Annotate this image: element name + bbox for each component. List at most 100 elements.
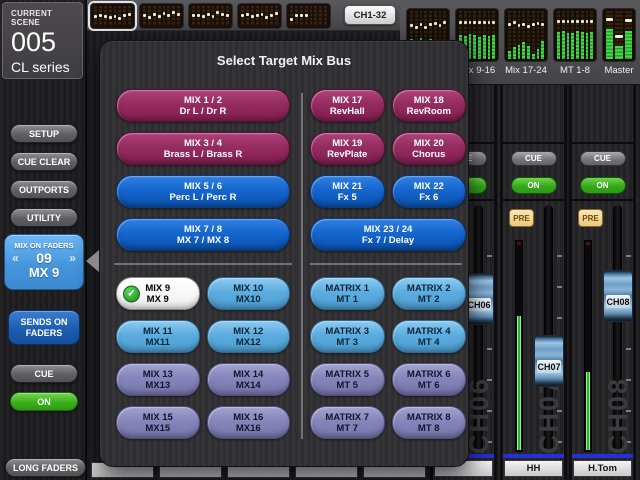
fader-tick: [557, 317, 562, 319]
mix-bus-name: MX 7 / MX 8: [177, 235, 229, 246]
mix-button-row: MIX 1 / 2Dr L / Dr R: [116, 89, 290, 122]
mix-bus-button-matrix-7[interactable]: MATRIX 7MT 7: [310, 406, 385, 439]
mix-bus-name: MX11: [146, 337, 170, 348]
mix-bus-number: MATRIX 4: [407, 326, 451, 337]
mix-bus-button-mix-23-24[interactable]: MIX 23 / 24Fx 7 / Delay: [310, 218, 466, 251]
strip-section-divider: [572, 199, 633, 201]
mix-bus-button-matrix-4[interactable]: MATRIX 4MT 4: [392, 320, 467, 353]
mix-bus-number: MIX 14: [233, 369, 263, 380]
mix-bus-button-mix-11[interactable]: MIX 11MX11: [116, 320, 200, 353]
fader-cap[interactable]: CH08: [603, 270, 633, 322]
mix-bus-button-mix-3-4[interactable]: MIX 3 / 4Brass L / Brass R: [116, 132, 290, 165]
mix-bus-button-mix-22[interactable]: MIX 22Fx 6: [392, 175, 467, 208]
mix-bus-button-mix-16[interactable]: MIX 16MX16: [207, 406, 291, 439]
strip-section-divider: [503, 199, 564, 201]
meter-green-bar: [517, 316, 521, 450]
strip-section-divider: [572, 142, 633, 144]
pre-indicator[interactable]: PRE: [578, 209, 603, 227]
mix-button-row: ✓MIX 9MX 9MIX 10MX10: [116, 277, 290, 310]
mix-bus-number: MATRIX 6: [407, 369, 451, 380]
level-meter: [584, 240, 592, 452]
mix-bus-number: MATRIX 5: [325, 369, 369, 380]
mix-bus-button-mix-20[interactable]: MIX 20Chorus: [392, 132, 467, 165]
mix-bus-number: MIX 20: [414, 138, 444, 149]
mix-bus-button-mix-21[interactable]: MIX 21Fx 5: [310, 175, 385, 208]
mix-bus-button-matrix-1[interactable]: MATRIX 1MT 1: [310, 277, 385, 310]
mix-bus-button-mix-15[interactable]: MIX 15MX15: [116, 406, 200, 439]
mix-bus-name: MT 2: [418, 294, 440, 305]
mix-bus-button-matrix-6[interactable]: MATRIX 6MT 6: [392, 363, 467, 396]
mix-bus-number: MATRIX 7: [325, 412, 369, 423]
fader-tick: [487, 255, 492, 257]
mix-bus-button-matrix-8[interactable]: MATRIX 8MT 8: [392, 406, 467, 439]
mix-bus-name: MT 3: [336, 337, 358, 348]
cue-button[interactable]: CUE: [511, 151, 557, 166]
mix-bus-button-matrix-5[interactable]: MATRIX 5MT 5: [310, 363, 385, 396]
mix-button-row: MATRIX 1MT 1MATRIX 2MT 2: [310, 277, 466, 310]
mix-button-row: MIX 23 / 24Fx 7 / Delay: [310, 218, 466, 251]
mix-bus-number: MIX 18: [414, 95, 444, 106]
mix-bus-name: MX 9: [147, 294, 169, 305]
mix-bus-button-mix-14[interactable]: MIX 14MX14: [207, 363, 291, 396]
channel-strip-ch07: CUE ON PRE CH07 CH07 HH: [500, 85, 567, 480]
fader-tick: [487, 348, 492, 350]
mix-bus-name: MX12: [236, 337, 261, 348]
mix-bus-name: MT 4: [418, 337, 440, 348]
mix-bus-button-matrix-2[interactable]: MATRIX 2MT 2: [392, 277, 467, 310]
mix-bus-button-mix-7-8[interactable]: MIX 7 / 8MX 7 / MX 8: [116, 218, 290, 251]
mix-bus-name: RevHall: [330, 106, 365, 117]
mix-button-row: MIX 21Fx 5MIX 22Fx 6: [310, 175, 466, 208]
mix-bus-name: MT 8: [418, 423, 440, 434]
channel-ghost-label: CH06: [466, 377, 493, 454]
mix-bus-number: MIX 17: [332, 95, 362, 106]
meter-green-bar: [586, 372, 590, 450]
mix-bus-number: MIX 9: [145, 283, 170, 294]
mix-bus-button-mix-10[interactable]: MIX 10MX10: [207, 277, 291, 310]
mix-bus-name: MT 5: [336, 380, 358, 391]
popup-callout-arrow-icon: [86, 250, 99, 272]
mix-bus-button-mix-5-6[interactable]: MIX 5 / 6Perc L / Perc R: [116, 175, 290, 208]
on-button[interactable]: ON: [511, 177, 557, 194]
mix-bus-number: MATRIX 2: [407, 283, 451, 294]
mix-bus-name: MX14: [236, 380, 261, 391]
mix-bus-button-mix-1-2[interactable]: MIX 1 / 2Dr L / Dr R: [116, 89, 290, 122]
mix-bus-name: Chorus: [412, 149, 445, 160]
cue-button[interactable]: CUE: [580, 151, 626, 166]
mix-bus-number: MIX 21: [332, 181, 362, 192]
mix-bus-number: MIX 16: [233, 412, 263, 423]
mix-bus-button-mix-9[interactable]: ✓MIX 9MX 9: [116, 277, 200, 310]
matrix-group-lower-right: MATRIX 1MT 1MATRIX 2MT 2MATRIX 3MT 3MATR…: [310, 277, 466, 439]
mix-bus-name: MT 7: [336, 423, 358, 434]
select-target-mix-bus-popup: Select Target Mix Bus MIX 1 / 2Dr L / Dr…: [99, 40, 469, 467]
channel-ghost-label: CH07: [536, 377, 563, 454]
mix-bus-button-mix-13[interactable]: MIX 13MX13: [116, 363, 200, 396]
mix-bus-number: MIX 13: [143, 369, 173, 380]
pre-indicator[interactable]: PRE: [509, 209, 534, 227]
mix-bus-name: MX13: [145, 380, 170, 391]
mix-bus-number: MIX 23 / 24: [364, 224, 413, 235]
mix-button-row: MIX 11MX11MIX 12MX12: [116, 320, 290, 353]
mix-bus-button-mix-17[interactable]: MIX 17RevHall: [310, 89, 385, 122]
channel-name-plate[interactable]: HH: [504, 460, 563, 477]
channel-strip-ch08: CUEONPRECH08CH08H.Tom: [569, 85, 636, 480]
mix-button-row: MIX 13MX13MIX 14MX14: [116, 363, 290, 396]
mix-bus-name: Fx 6: [419, 192, 438, 203]
mix-bus-number: MIX 22: [414, 181, 444, 192]
on-button[interactable]: ON: [580, 177, 626, 194]
mix-bus-button-mix-12[interactable]: MIX 12MX12: [207, 320, 291, 353]
channel-name-plate[interactable]: H.Tom: [573, 460, 632, 477]
mix-bus-number: MIX 19: [332, 138, 362, 149]
mix-bus-name: MT 1: [336, 294, 358, 305]
fader-cap[interactable]: CH07: [534, 335, 564, 387]
mix-button-row: MIX 15MX15MIX 16MX16: [116, 406, 290, 439]
mix-bus-button-matrix-3[interactable]: MATRIX 3MT 3: [310, 320, 385, 353]
popup-left-divider: [114, 263, 292, 265]
mix-button-row: MIX 19RevPlateMIX 20Chorus: [310, 132, 466, 165]
mix-button-row: MATRIX 7MT 7MATRIX 8MT 8: [310, 406, 466, 439]
mix-bus-button-mix-18[interactable]: MIX 18RevRoom: [392, 89, 467, 122]
popup-title: Select Target Mix Bus: [100, 53, 468, 68]
fader-cap-label: CH07: [537, 360, 561, 373]
mix-bus-button-mix-19[interactable]: MIX 19RevPlate: [310, 132, 385, 165]
mix-button-row: MATRIX 3MT 3MATRIX 4MT 4: [310, 320, 466, 353]
mix-bus-name: RevRoom: [407, 106, 451, 117]
